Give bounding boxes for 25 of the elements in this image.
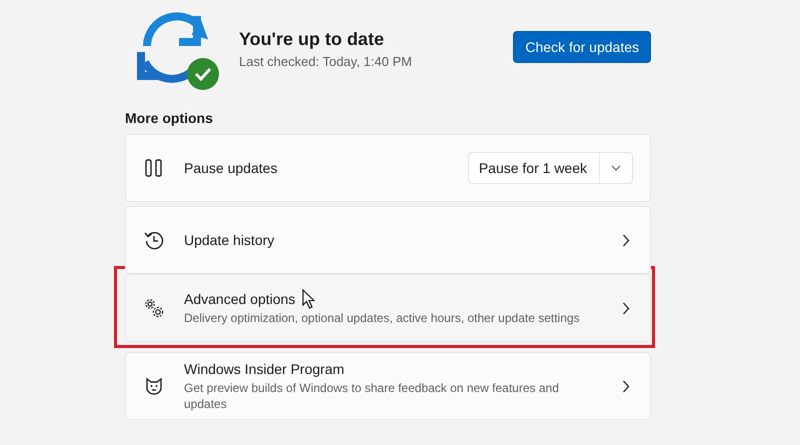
chevron-right-icon xyxy=(622,380,630,392)
option-title: Update history xyxy=(184,232,274,248)
option-card[interactable]: Advanced options Delivery optimization, optional updates, active hours, other update settings xyxy=(125,274,651,342)
option-description: Delivery optimization, optional updates, active hours, other update settings xyxy=(184,310,580,326)
last-checked-text: Last checked: Today, 1:40 PM xyxy=(239,54,412,69)
pause-duration-dropdown[interactable]: Pause for 1 week xyxy=(468,152,633,184)
option-card[interactable]: Pause updates Pause for 1 week xyxy=(125,134,651,202)
status-title: You're up to date xyxy=(239,29,385,50)
option-title: Advanced options xyxy=(184,290,296,306)
history-icon xyxy=(144,230,164,250)
option-title: Windows Insider Program xyxy=(184,360,344,376)
option-card[interactable]: Windows Insider Program Get preview builds of Windows to share feedback on new features and updates xyxy=(125,352,651,420)
cat-icon xyxy=(144,376,164,396)
option-description: Get preview builds of Windows to share feedback on new features and updates xyxy=(184,380,560,412)
dropdown-value: Pause for 1 week xyxy=(478,160,588,176)
option-title: Pause updates xyxy=(184,160,278,176)
chevron-down-icon xyxy=(611,165,621,171)
pause-icon xyxy=(144,158,164,178)
option-card[interactable]: Update history xyxy=(125,206,651,274)
chevron-right-icon xyxy=(622,302,630,314)
mouse-pointer-icon xyxy=(302,289,315,309)
gears-icon xyxy=(144,298,164,318)
chevron-right-icon xyxy=(622,234,630,246)
check-for-updates-button[interactable]: Check for updates xyxy=(513,31,651,63)
section-heading: More options xyxy=(125,110,214,126)
